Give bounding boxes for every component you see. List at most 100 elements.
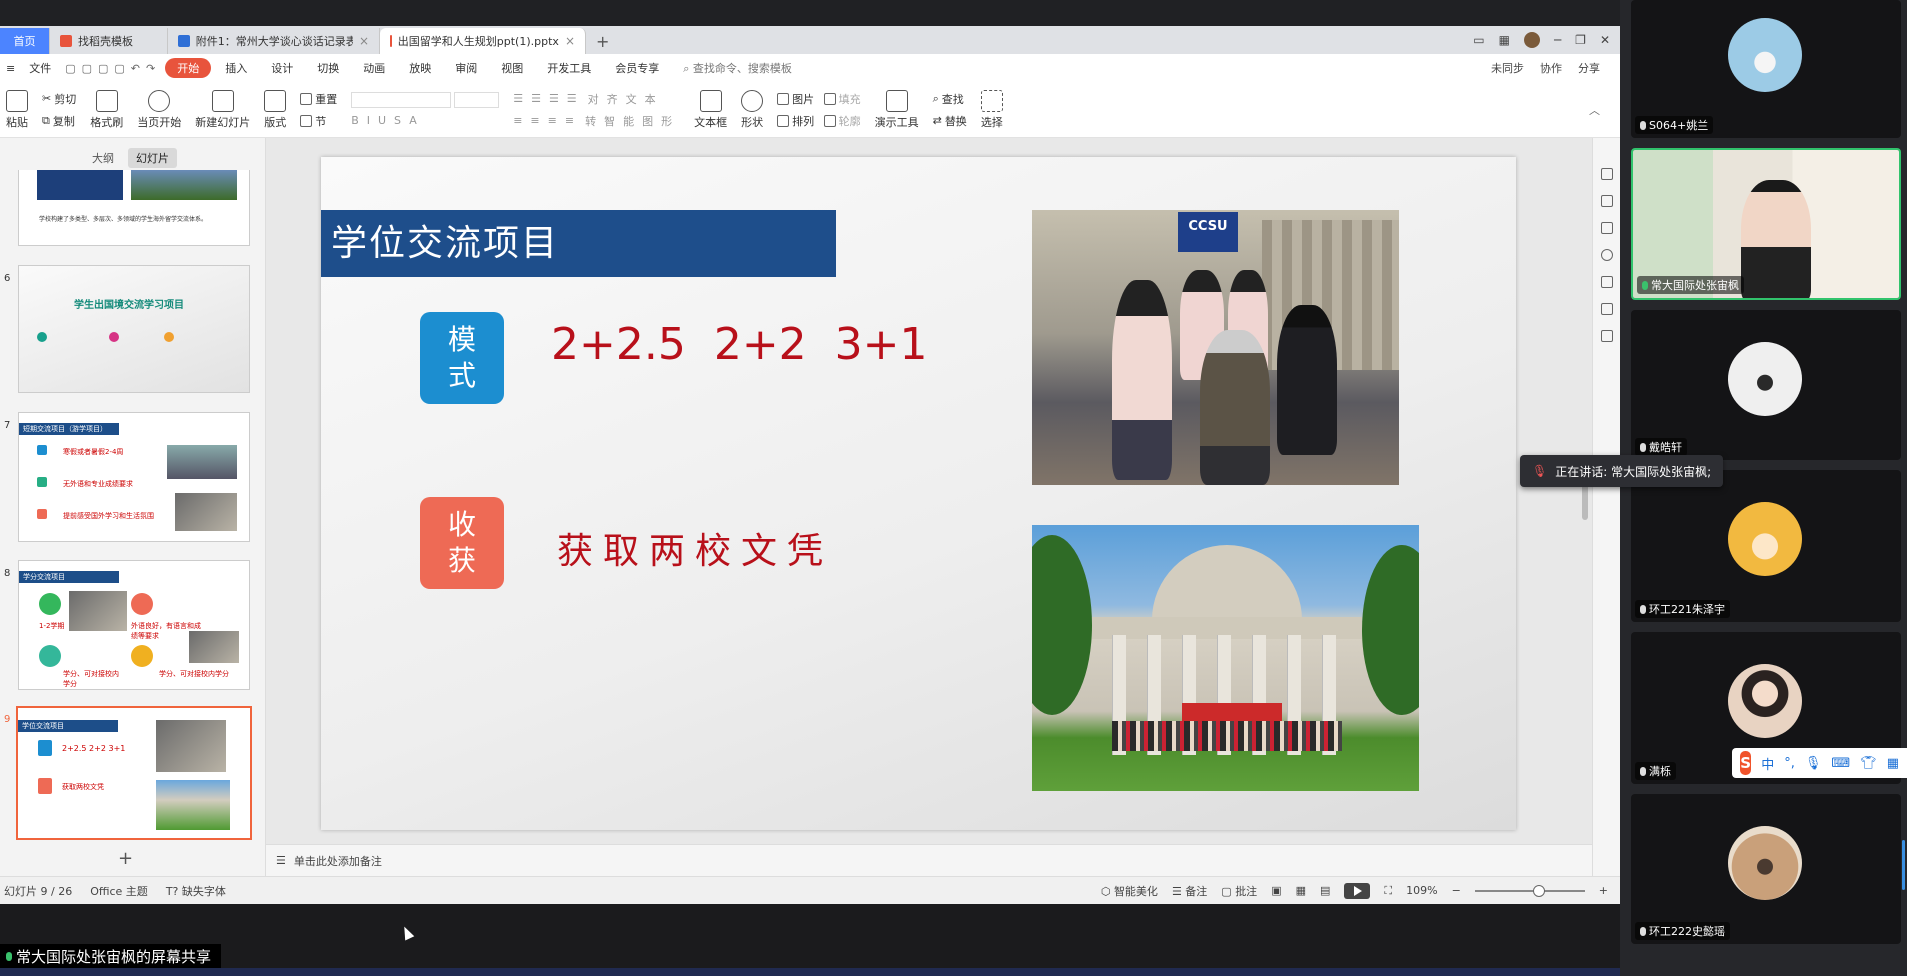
- ime-toolbar[interactable]: S 中 °, 🎙︎ ⌨ 👕︎ ▦: [1732, 748, 1907, 778]
- section-button[interactable]: 节: [300, 113, 337, 129]
- menu-slideshow[interactable]: 放映: [399, 58, 441, 78]
- close-icon[interactable]: ×: [359, 34, 369, 48]
- hamburger-icon[interactable]: ≡: [6, 62, 15, 75]
- tab-home[interactable]: 首页: [0, 28, 50, 54]
- group-photo-office[interactable]: CCSU: [1032, 210, 1399, 485]
- keyboard-icon[interactable]: ⌨: [1831, 756, 1850, 771]
- tab-slides[interactable]: 幻灯片: [128, 148, 177, 168]
- slide-thumbnail-7[interactable]: 短期交流项目（游学项目） 寒假或者暑假2-4周 无外语和专业成绩要求 提前感受国…: [18, 412, 250, 542]
- apps-icon[interactable]: ▦: [1887, 756, 1899, 771]
- menu-insert[interactable]: 插入: [215, 58, 257, 78]
- view-normal-icon[interactable]: ▣: [1271, 884, 1281, 897]
- close-window-icon[interactable]: ✕: [1600, 33, 1610, 47]
- adjust-icon[interactable]: [1600, 168, 1613, 180]
- command-search[interactable]: ⌕ 查找命令、搜索模板: [683, 60, 792, 76]
- paste-button[interactable]: 粘贴: [6, 89, 28, 130]
- zoom-level[interactable]: 109%: [1406, 884, 1437, 897]
- collaborate-button[interactable]: 协作: [1540, 60, 1562, 76]
- close-icon[interactable]: ×: [565, 34, 575, 48]
- skin-icon[interactable]: 👕︎: [1860, 756, 1877, 771]
- slide-thumbnail-5[interactable]: 学校构建了多类型、多层次、多领域的学生海外留学交流体系。: [18, 170, 250, 246]
- theme-name[interactable]: Office 主题: [90, 883, 148, 899]
- menu-developer[interactable]: 开发工具: [537, 58, 601, 78]
- shape-button[interactable]: 形状: [741, 89, 764, 130]
- layout-icon[interactable]: ▭: [1473, 33, 1484, 47]
- menu-transition[interactable]: 切换: [307, 58, 349, 78]
- slide-thumbnail-8[interactable]: 学分交流项目 1-2学期 外语良好，有语言和成绩等要求 学分、可对接校内学分 学…: [18, 560, 250, 690]
- share-button[interactable]: 分享: [1578, 60, 1600, 76]
- menu-file[interactable]: 文件: [19, 58, 61, 78]
- menu-member[interactable]: 会员专享: [605, 58, 669, 78]
- zoom-out-icon[interactable]: −: [1452, 884, 1461, 897]
- format-painter-button[interactable]: 格式刷: [90, 89, 123, 130]
- sogou-logo-icon[interactable]: S: [1740, 751, 1752, 775]
- select-button[interactable]: 选择: [980, 89, 1003, 130]
- reset-button[interactable]: 重置: [300, 91, 337, 107]
- replace-button[interactable]: ⇄ 替换: [933, 113, 967, 129]
- menu-view[interactable]: 视图: [491, 58, 533, 78]
- missing-font-button[interactable]: T? 缺失字体: [166, 883, 226, 899]
- view-sorter-icon[interactable]: ▦: [1296, 884, 1306, 897]
- comments-button[interactable]: ▢ 批注: [1221, 883, 1257, 899]
- notes-toggle-button[interactable]: ☰ 备注: [1172, 883, 1207, 899]
- book-icon[interactable]: [1600, 330, 1613, 342]
- slide-thumbnail-9[interactable]: 学位交流项目 2+2.5 2+2 3+1 获取两校文凭: [16, 706, 252, 840]
- copy-style-icon[interactable]: [1600, 222, 1613, 234]
- font-name-select[interactable]: [351, 92, 452, 108]
- gain-badge[interactable]: 收 获: [420, 497, 504, 589]
- quick-access-icons[interactable]: ▢▢▢▢↶↷: [65, 62, 161, 75]
- zoom-slider[interactable]: [1474, 884, 1585, 897]
- picture-button[interactable]: 图片 填充: [777, 91, 861, 107]
- layout-button[interactable]: 版式: [264, 89, 287, 130]
- participant-tile[interactable]: 环工222史懿瑶: [1631, 794, 1901, 944]
- arrange-button[interactable]: 排列 轮廓: [777, 113, 861, 129]
- participant-tile[interactable]: 戴皓轩: [1631, 310, 1901, 460]
- present-tools-button[interactable]: 演示工具: [875, 89, 919, 130]
- beautify-button[interactable]: ⬡ 智能美化: [1101, 883, 1158, 899]
- list-buttons[interactable]: ☰☰☰☰ 对齐文本: [513, 91, 680, 107]
- slide-title[interactable]: 学位交流项目: [321, 210, 836, 277]
- collapse-ribbon-icon[interactable]: ︿: [1589, 102, 1600, 118]
- cut-button[interactable]: ✂ 剪切: [42, 91, 76, 107]
- textbox-button[interactable]: 文本框: [694, 89, 727, 130]
- animation-icon[interactable]: [1600, 195, 1613, 207]
- restore-icon[interactable]: ❐: [1575, 33, 1586, 47]
- menu-design[interactable]: 设计: [261, 58, 303, 78]
- participant-tile-speaking[interactable]: 常大国际处张宙枫: [1631, 148, 1901, 300]
- menu-review[interactable]: 审阅: [445, 58, 487, 78]
- align-buttons[interactable]: ≡≡≡≡ 转智能图形: [513, 113, 680, 129]
- add-slide-button[interactable]: +: [118, 848, 133, 869]
- participant-tile[interactable]: S064+姚兰: [1631, 0, 1901, 138]
- notes-bar[interactable]: ☰ 单击此处添加备注: [266, 844, 1592, 876]
- participant-tile[interactable]: 环工221朱泽宇: [1631, 470, 1901, 622]
- new-slide-button[interactable]: 新建幻灯片: [195, 89, 250, 130]
- tab-outline[interactable]: 大纲: [84, 148, 122, 168]
- view-reading-icon[interactable]: ▤: [1320, 884, 1330, 897]
- panel-scrollbar[interactable]: [1902, 840, 1905, 890]
- find-button[interactable]: ⌕ 查找: [933, 91, 967, 107]
- ime-mode[interactable]: 中: [1761, 754, 1774, 773]
- font-size-select[interactable]: [454, 92, 500, 108]
- minimize-icon[interactable]: ─: [1554, 33, 1561, 47]
- tab-template[interactable]: 找稻壳模板: [50, 28, 168, 54]
- mode-badge[interactable]: 模 式: [420, 312, 504, 404]
- location-icon[interactable]: [1600, 303, 1613, 315]
- menu-start[interactable]: 开始: [165, 58, 212, 78]
- play-from-current-button[interactable]: 当页开始: [137, 89, 181, 130]
- voice-input-icon[interactable]: 🎙︎: [1805, 756, 1822, 771]
- gain-text[interactable]: 获取两校文凭: [557, 522, 833, 574]
- font-style-buttons[interactable]: BIUSA: [351, 114, 499, 127]
- user-avatar-icon[interactable]: [1523, 32, 1540, 48]
- tab-presentation[interactable]: 出国留学和人生规划ppt(1).pptx ×: [380, 28, 586, 54]
- ime-punct[interactable]: °,: [1784, 756, 1795, 771]
- fit-window-icon[interactable]: ⛶: [1384, 884, 1392, 898]
- mode-text[interactable]: 2+2.5 2+2 3+1: [551, 319, 928, 370]
- copy-button[interactable]: ⧉ 复制: [42, 113, 76, 129]
- sync-status[interactable]: 未同步: [1491, 60, 1524, 76]
- apps-grid-icon[interactable]: ▦: [1499, 33, 1510, 47]
- menu-animation[interactable]: 动画: [353, 58, 395, 78]
- tab-word-doc[interactable]: 附件1：常州大学谈心谈话记录表 ×: [168, 28, 380, 54]
- font-selectors[interactable]: [351, 92, 500, 108]
- new-tab-button[interactable]: +: [586, 28, 619, 54]
- slide-thumbnail-6[interactable]: 学生出国境交流学习项目: [18, 265, 250, 393]
